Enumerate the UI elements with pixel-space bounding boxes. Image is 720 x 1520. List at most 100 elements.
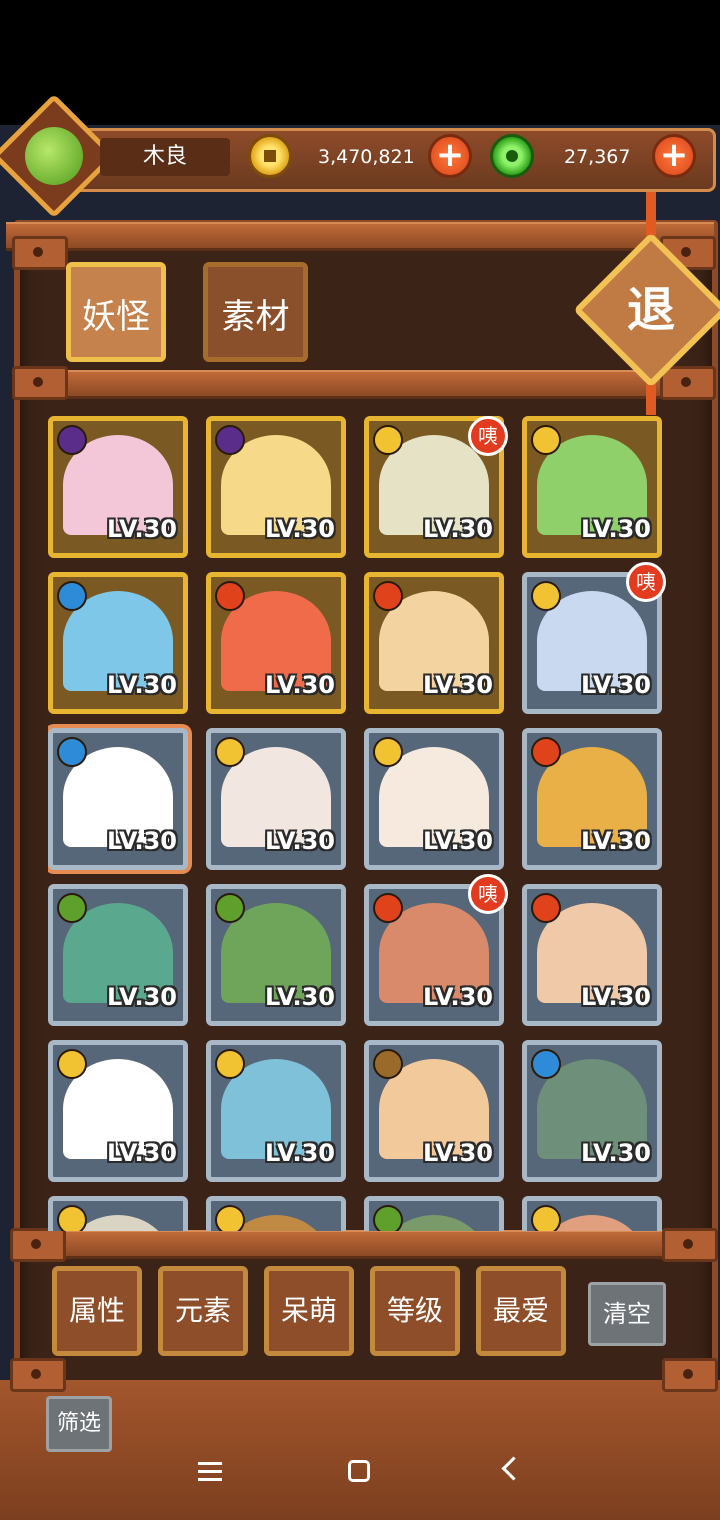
beam-peg [10, 1228, 66, 1262]
gold-amount: 3,470,821 [318, 146, 415, 168]
filter-cute-button[interactable]: 呆萌 [264, 1266, 354, 1356]
add-gold-button[interactable]: + [428, 134, 472, 178]
yokai-card[interactable]: LV.30 [48, 1040, 188, 1182]
yokai-card[interactable]: LV.30 [48, 884, 188, 1026]
fire-icon [215, 581, 245, 611]
level-label: LV.30 [107, 983, 177, 1011]
new-badge: 咦 [468, 874, 508, 914]
new-badge: 咦 [626, 562, 666, 602]
leaf-icon [215, 893, 245, 923]
water-icon [57, 737, 87, 767]
yokai-card[interactable] [364, 1196, 504, 1231]
beam-peg [12, 236, 68, 270]
yokai-card[interactable]: LV.30 [522, 416, 662, 558]
dragon-icon [25, 127, 83, 185]
sun-icon [373, 425, 403, 455]
exit-label[interactable]: 退 [596, 255, 706, 365]
status-bar-area [0, 0, 720, 125]
level-label: LV.30 [107, 671, 177, 699]
yokai-card[interactable]: LV.30 [364, 572, 504, 714]
sun-icon [373, 737, 403, 767]
level-label: LV.30 [265, 1139, 335, 1167]
level-label: LV.30 [107, 515, 177, 543]
sun-icon [215, 737, 245, 767]
sun-icon [57, 1049, 87, 1079]
tab-yokai[interactable]: 妖怪 [66, 262, 166, 362]
water-icon [57, 581, 87, 611]
yokai-card[interactable]: LV.30 [364, 1040, 504, 1182]
gold-coin-icon [248, 134, 292, 178]
level-label: LV.30 [581, 983, 651, 1011]
yokai-card[interactable] [522, 1196, 662, 1231]
moon-icon [57, 425, 87, 455]
top-beam [6, 222, 714, 251]
level-label: LV.30 [107, 827, 177, 855]
filter-level-button[interactable]: 等级 [370, 1266, 460, 1356]
menu-icon[interactable] [198, 1462, 222, 1482]
yokai-grid[interactable]: LV.30 LV.30 LV.30 咦 LV.30 LV.30 LV.30 LV.30 LV.3… [48, 416, 678, 1231]
tab-beam [12, 370, 710, 399]
level-label: LV.30 [423, 1139, 493, 1167]
jade-amount: 27,367 [564, 146, 631, 168]
water-icon [531, 1049, 561, 1079]
fire-icon [373, 581, 403, 611]
filter-element-button[interactable]: 元素 [158, 1266, 248, 1356]
fire-icon [531, 737, 561, 767]
sift-button[interactable]: 筛选 [46, 1396, 112, 1452]
moon-icon [215, 425, 245, 455]
level-label: LV.30 [423, 983, 493, 1011]
level-label: LV.30 [581, 671, 651, 699]
fire-icon [531, 893, 561, 923]
level-label: LV.30 [581, 1139, 651, 1167]
level-label: LV.30 [581, 827, 651, 855]
add-jade-button[interactable]: + [652, 134, 696, 178]
bottom-beam [12, 1230, 710, 1259]
level-label: LV.30 [265, 671, 335, 699]
level-label: LV.30 [423, 671, 493, 699]
filter-favorite-button[interactable]: 最爱 [476, 1266, 566, 1356]
level-label: LV.30 [581, 515, 651, 543]
yokai-card[interactable]: LV.30 [48, 728, 188, 870]
filter-attribute-button[interactable]: 属性 [52, 1266, 142, 1356]
yokai-card[interactable]: LV.30 [206, 728, 346, 870]
level-label: LV.30 [423, 827, 493, 855]
home-icon[interactable] [348, 1460, 370, 1482]
beam-peg [662, 1358, 718, 1392]
sun-icon [531, 581, 561, 611]
level-label: LV.30 [265, 983, 335, 1011]
level-label: LV.30 [423, 515, 493, 543]
yokai-card[interactable] [48, 1196, 188, 1231]
yokai-card[interactable]: LV.30 [48, 416, 188, 558]
fire-icon [373, 893, 403, 923]
player-name: 木良 [100, 138, 230, 176]
sun-icon [215, 1205, 245, 1231]
beam-peg [10, 1358, 66, 1392]
leaf-icon [57, 893, 87, 923]
sun-icon [215, 1049, 245, 1079]
jade-coin-icon [490, 134, 534, 178]
beam-peg [662, 1228, 718, 1262]
yokai-card[interactable]: LV.30 [522, 884, 662, 1026]
yokai-card[interactable]: LV.30 [522, 728, 662, 870]
yokai-card[interactable]: LV.30 [206, 1040, 346, 1182]
yokai-card[interactable]: LV.30 [364, 728, 504, 870]
earth-icon [373, 1049, 403, 1079]
yokai-card[interactable]: LV.30 [206, 572, 346, 714]
sun-icon [531, 425, 561, 455]
new-badge: 咦 [468, 416, 508, 456]
yokai-card[interactable]: LV.30 [206, 884, 346, 1026]
yokai-card[interactable] [206, 1196, 346, 1231]
yokai-card[interactable]: LV.30 [522, 1040, 662, 1182]
beam-peg [660, 366, 716, 400]
level-label: LV.30 [265, 827, 335, 855]
clear-filter-button[interactable]: 清空 [588, 1282, 666, 1346]
sun-icon [57, 1205, 87, 1231]
yokai-card[interactable]: LV.30 [48, 572, 188, 714]
beam-peg [12, 366, 68, 400]
sun-icon [531, 1205, 561, 1231]
yokai-card[interactable]: LV.30 [206, 416, 346, 558]
level-label: LV.30 [265, 515, 335, 543]
leaf-icon [373, 1205, 403, 1231]
level-label: LV.30 [107, 1139, 177, 1167]
tab-materials[interactable]: 素材 [203, 262, 308, 362]
